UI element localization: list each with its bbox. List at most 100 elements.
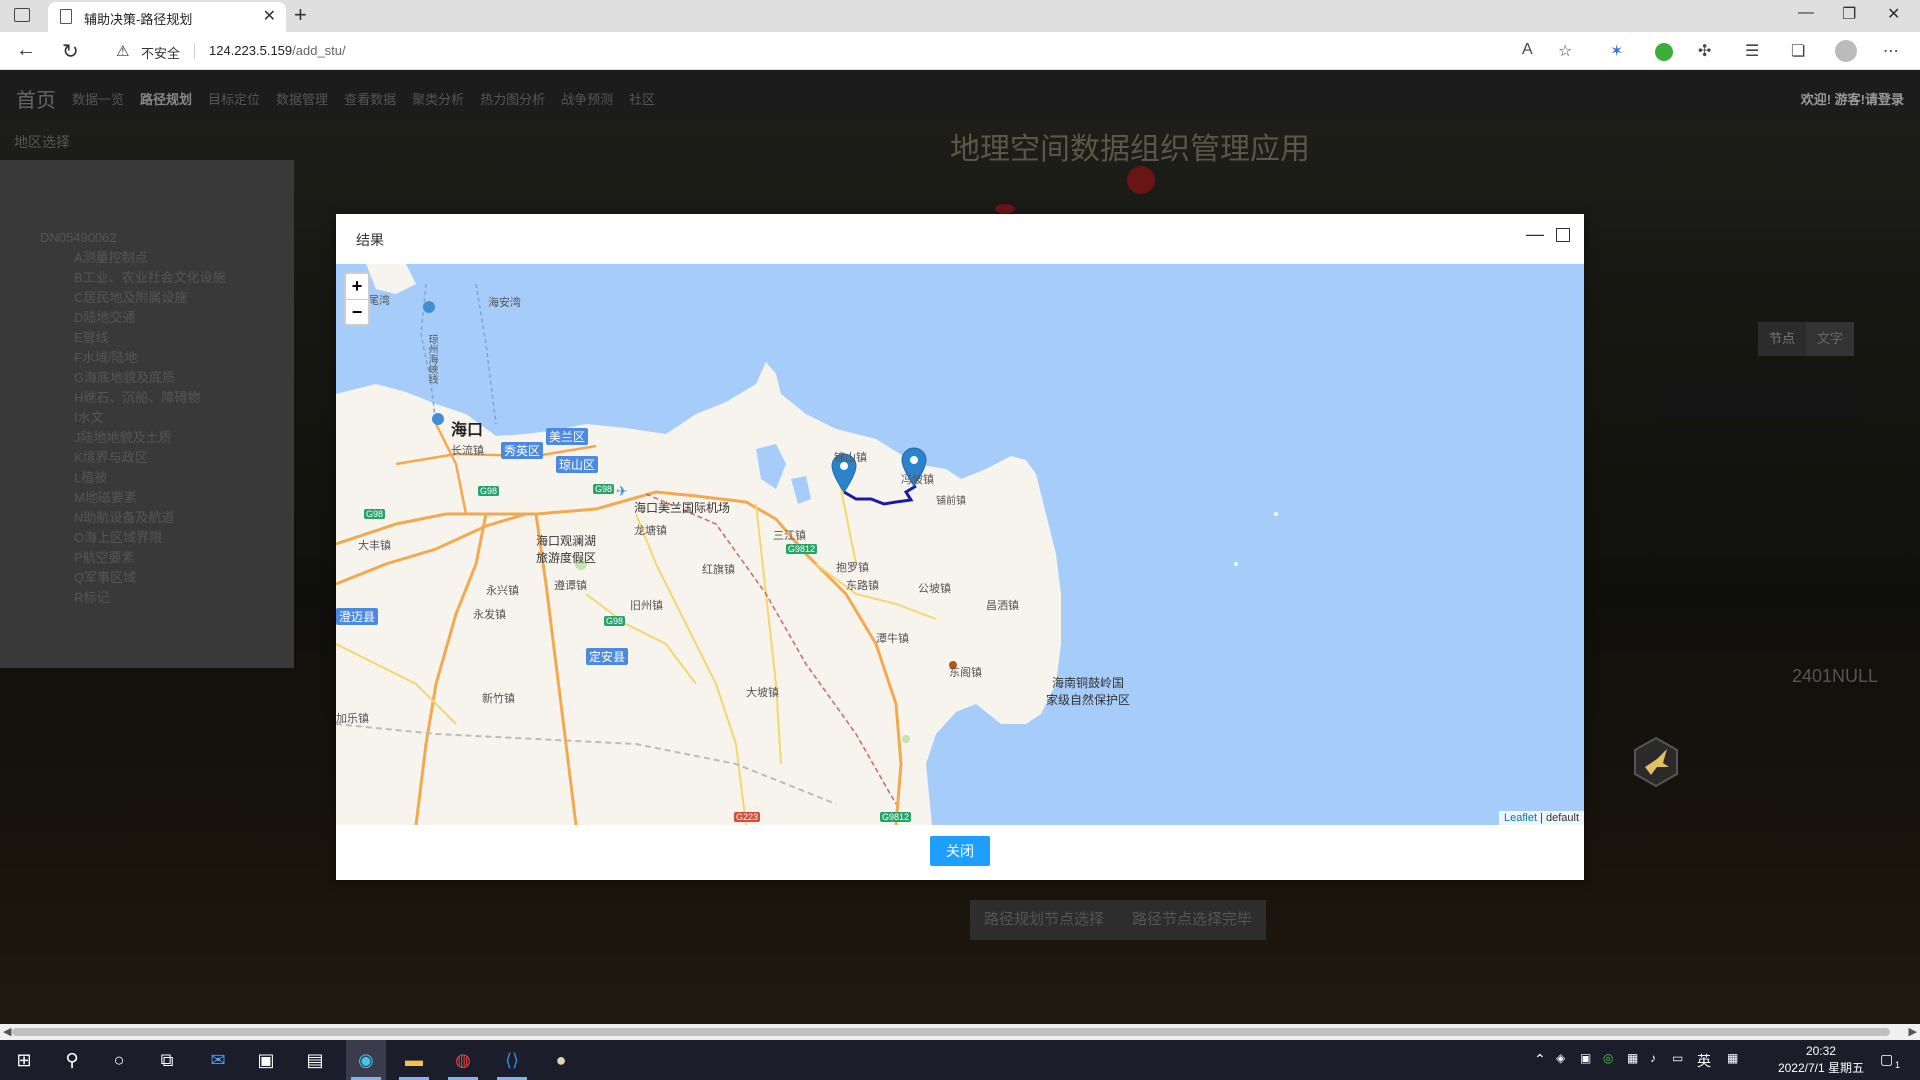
extensions-puzzle-icon[interactable]: ✣ <box>1698 41 1711 61</box>
null-text: 2401NULL <box>1792 666 1879 686</box>
task-view-icon[interactable]: ⧉ <box>155 1048 179 1072</box>
tree-item[interactable]: I水文 <box>74 408 226 428</box>
clock[interactable]: 20:32 2022/7/1 星期五 <box>1778 1043 1864 1077</box>
volume-icon[interactable]: ♪ <box>1650 1051 1656 1065</box>
back-icon[interactable]: ← <box>16 39 36 62</box>
route-map[interactable]: ✈ + − 尾湾 海安湾 琼州海峡线 海口 美兰区 秀英区 琼山区 长流镇 海口… <box>336 264 1584 825</box>
map-label: 大坡镇 <box>746 687 779 699</box>
tray-expand-icon[interactable]: ⌃ <box>1534 1051 1546 1068</box>
map-label: 潭牛镇 <box>876 633 909 645</box>
more-menu-icon[interactable]: ⋯ <box>1883 41 1899 61</box>
network-icon[interactable]: ▭ <box>1672 1051 1683 1065</box>
url-path: /add_stu/ <box>292 43 346 58</box>
scrollbar-thumb[interactable] <box>12 1028 1890 1036</box>
extension-icon[interactable]: ✶ <box>1610 41 1623 61</box>
wechat-icon[interactable]: ◎ <box>1603 1051 1613 1065</box>
favorites-icon[interactable]: ☰ <box>1745 41 1759 61</box>
nav-item[interactable]: 目标定位 <box>208 89 260 108</box>
collections-icon[interactable]: ❏ <box>1791 41 1805 61</box>
start-icon[interactable]: ⊞ <box>12 1048 36 1072</box>
ime-grid-icon[interactable]: ▦ <box>1727 1051 1738 1065</box>
scroll-right-icon[interactable]: ▶ <box>1909 1025 1917 1038</box>
favorite-add-icon[interactable]: ☆ <box>1558 41 1572 61</box>
modal-minimize-icon[interactable]: — <box>1526 224 1544 245</box>
home-link[interactable]: 首页 <box>16 84 56 113</box>
ime-indicator[interactable]: 英 <box>1697 1051 1711 1071</box>
modal-title: 结果 <box>356 232 384 248</box>
tray-app-icon[interactable]: ▦ <box>1627 1051 1638 1065</box>
mail-icon[interactable]: ✉ <box>206 1048 230 1072</box>
tree-item[interactable]: R标记 <box>74 588 226 608</box>
tree-item[interactable]: B工业、农业社会文化设施 <box>74 268 226 288</box>
close-button[interactable]: 关闭 <box>930 836 990 866</box>
browser-tab[interactable]: 辅助决策-路径规划 ✕ <box>48 2 286 32</box>
search-input[interactable] <box>1660 381 1860 419</box>
tree-item[interactable]: P航空要素 <box>74 548 226 568</box>
window-close-icon[interactable]: ✕ <box>1887 4 1900 24</box>
tree-item[interactable]: K境界与政区 <box>74 448 226 468</box>
notification-icon[interactable]: ▢ <box>1880 1051 1893 1068</box>
minimize-icon[interactable]: — <box>1798 4 1814 22</box>
tree-item[interactable]: M地磁要素 <box>74 488 226 508</box>
tree-item[interactable]: H礁石、沉船、障碍物 <box>74 388 226 408</box>
zoom-in-button[interactable]: + <box>346 274 368 299</box>
cortana-icon[interactable]: ○ <box>107 1048 131 1072</box>
tree-item[interactable]: L植被 <box>74 468 226 488</box>
toggle-node[interactable]: 节点 <box>1758 322 1806 356</box>
toggle-text[interactable]: 文字 <box>1806 322 1854 356</box>
url-field[interactable]: 124.223.5.159/add_stu/ <box>209 43 346 58</box>
profile-avatar-icon[interactable] <box>1835 40 1857 62</box>
nav-item-active[interactable]: 路径规划 <box>140 89 192 108</box>
bird-badge-icon[interactable] <box>1633 737 1679 787</box>
tray-app-icon[interactable]: ▣ <box>1580 1051 1591 1065</box>
node-dot <box>1127 166 1155 194</box>
warning-icon[interactable]: ⚠ <box>116 42 129 60</box>
extension-green-icon[interactable] <box>1655 43 1673 61</box>
restore-icon[interactable]: ❐ <box>1842 4 1856 24</box>
tab-close-icon[interactable]: ✕ <box>263 6 276 26</box>
nav-item[interactable]: 热力图分析 <box>480 89 545 108</box>
leaflet-link[interactable]: Leaflet <box>1504 812 1537 824</box>
app-avatar-icon[interactable]: ● <box>549 1048 573 1072</box>
tree-item[interactable]: D陆地交通 <box>74 308 226 328</box>
map-label: 锦山镇 <box>834 452 867 464</box>
nav-item[interactable]: 查看数据 <box>344 89 396 108</box>
tree-item[interactable]: Q军事区域 <box>74 568 226 588</box>
horizontal-scrollbar[interactable]: ◀ ▶ <box>0 1024 1920 1040</box>
zoom-out-button[interactable]: − <box>346 299 368 324</box>
select-nodes-button[interactable]: 路径规划节点选择 <box>970 900 1119 940</box>
tree-item[interactable]: A测量控制点 <box>74 248 226 268</box>
tree-item[interactable]: G海底地貌及底质 <box>74 368 226 388</box>
vscode-icon[interactable]: ⟨⟩ <box>500 1048 524 1072</box>
select-done-button[interactable]: 路径节点选择完毕 <box>1118 900 1267 940</box>
tab-actions-icon[interactable] <box>14 8 30 22</box>
tree-item[interactable]: O海上区域界限 <box>74 528 226 548</box>
read-aloud-icon[interactable]: A <box>1522 41 1533 59</box>
chrome-icon[interactable]: ◍ <box>451 1048 475 1072</box>
nav-item[interactable]: 战争预测 <box>561 89 613 108</box>
tree-item[interactable]: J陆地地貌及土质 <box>74 428 226 448</box>
nav-item[interactable]: 聚类分析 <box>412 89 464 108</box>
tree-item[interactable]: C居民地及附属设施 <box>74 288 226 308</box>
map-label: 三江镇 <box>773 530 806 542</box>
new-tab-icon[interactable]: + <box>294 2 307 28</box>
nav-item[interactable]: 数据管理 <box>276 89 328 108</box>
terminal-icon[interactable]: ▣ <box>254 1048 278 1072</box>
search-icon[interactable]: ⚲ <box>60 1048 84 1072</box>
scroll-left-icon[interactable]: ◀ <box>3 1025 11 1038</box>
tree-item[interactable]: E管线 <box>74 328 226 348</box>
file-explorer-icon[interactable]: ▬ <box>402 1048 426 1072</box>
login-link[interactable]: 欢迎! 游客!请登录 <box>1801 89 1904 108</box>
nav-item[interactable]: 社区 <box>629 89 655 108</box>
edge-icon[interactable]: ◉ <box>354 1048 378 1072</box>
refresh-icon[interactable]: ↻ <box>62 39 79 64</box>
modal-maximize-icon[interactable] <box>1556 228 1570 242</box>
security-label[interactable]: 不安全 <box>141 43 180 62</box>
nav-item[interactable]: 数据一览 <box>72 89 124 108</box>
tree-item[interactable]: N助航设备及航道 <box>74 508 226 528</box>
tree-item[interactable]: F水域/陆地 <box>74 348 226 368</box>
tray-app-icon[interactable]: ◈ <box>1556 1051 1565 1065</box>
console-icon[interactable]: ▤ <box>303 1048 327 1072</box>
result-modal: 结果 — ✈ + − 尾湾 海安湾 琼州海峡线 海口 美兰区 秀英区 琼山区 长… <box>336 214 1584 880</box>
tree-root[interactable]: DN05490062 <box>40 230 117 245</box>
